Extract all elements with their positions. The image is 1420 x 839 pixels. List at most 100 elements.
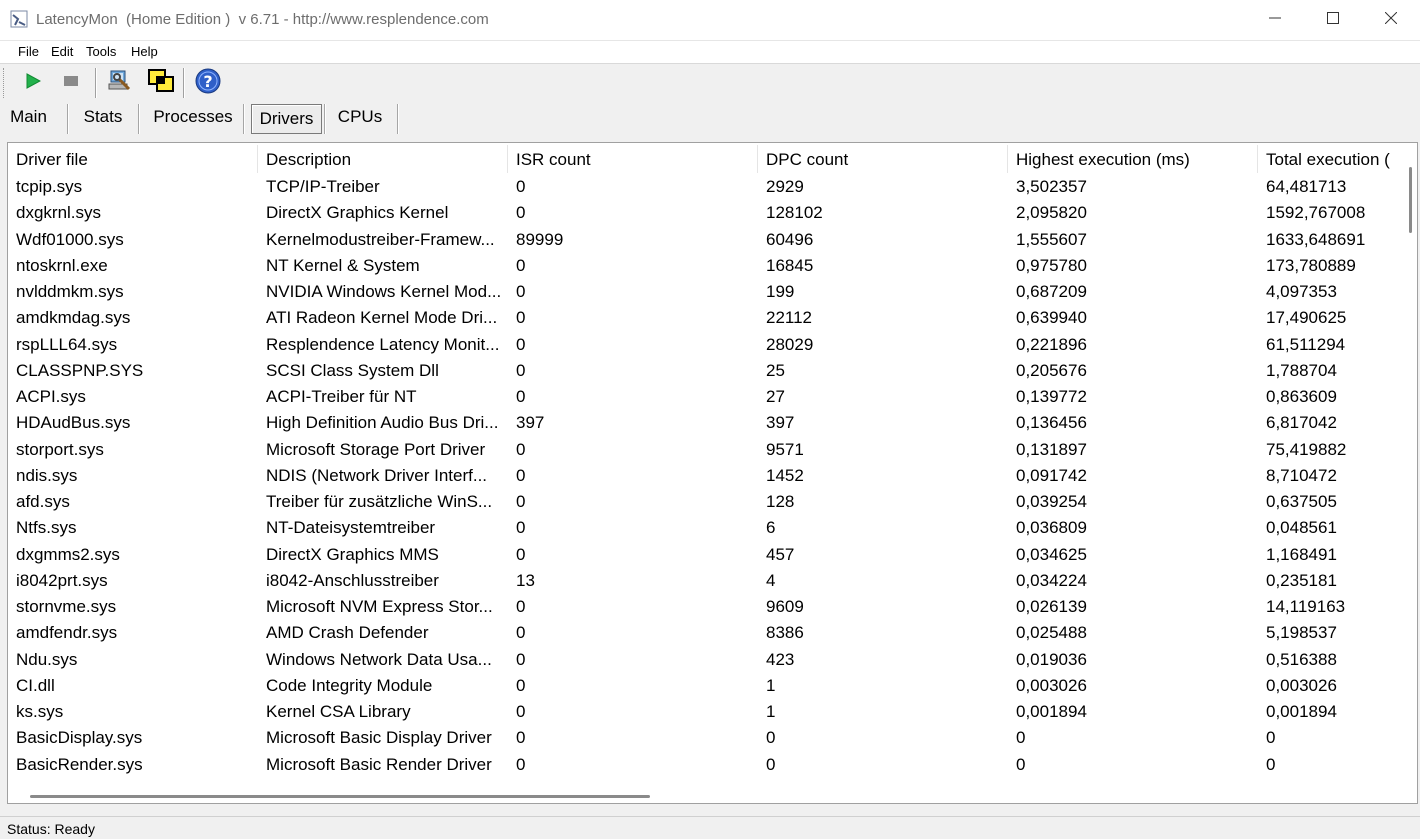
cell-isr-count: 0 — [516, 544, 526, 564]
cell-driver-file: ks.sys — [16, 702, 64, 721]
table-row[interactable]: storport.sys Microsoft Storage Port Drive… — [8, 437, 1393, 463]
table-row[interactable]: amdfendr.sys AMD Crash Defender 0 8386 0,025… — [8, 620, 1393, 646]
vertical-scroll-thumb[interactable] — [1409, 167, 1412, 233]
menu-edit[interactable]: Edit — [51, 44, 73, 59]
cell-driver-file: afd.sys — [16, 492, 70, 511]
cell-isr-count: 0 — [516, 177, 526, 196]
tab-processes[interactable]: Processes — [145, 102, 241, 132]
cell-dpc-count: 457 — [766, 544, 795, 564]
table-row[interactable]: Wdf01000.sys Kernelmodustreiber-Framew...… — [8, 227, 1393, 253]
column-header-driver-file[interactable]: Driver file — [8, 145, 258, 173]
table-row[interactable]: BasicRender.sys Microsoft Basic Render Dr… — [8, 752, 1393, 778]
cell-dpc-count: 22112 — [766, 308, 813, 328]
cell-highest-execution: 0,003026 — [1016, 675, 1087, 695]
table-row[interactable]: nvlddmkm.sys NVIDIA Windows Kernel Mod...… — [8, 279, 1393, 305]
cell-highest-execution: 0,131897 — [1016, 439, 1087, 459]
cell-total-execution: 0 — [1266, 728, 1276, 748]
menu-help[interactable]: Help — [131, 44, 158, 59]
cell-description: Kernel CSA Library — [266, 702, 411, 721]
title-bar: LatencyMon (Home Edition ) v 6.71 - http… — [0, 0, 1420, 41]
column-header-isr-count[interactable]: ISR count — [508, 145, 758, 173]
table-row[interactable]: i8042prt.sys i8042-Anschlusstreiber 13 4 0,0… — [8, 568, 1393, 594]
table-row[interactable]: ndis.sys NDIS (Network Driver Interf... 0 1… — [8, 463, 1393, 489]
column-header-highest-execution[interactable]: Highest execution (ms) — [1008, 145, 1258, 173]
cell-total-execution: 0,048561 — [1266, 518, 1337, 538]
table-row[interactable]: dxgkrnl.sys DirectX Graphics Kernel 0 12810… — [8, 200, 1393, 226]
cell-description: Microsoft Storage Port Driver — [266, 439, 486, 459]
table-row[interactable]: amdkmdag.sys ATI Radeon Kernel Mode Dri..… — [8, 305, 1393, 331]
windows-button[interactable] — [146, 68, 176, 98]
cell-total-execution: 14,119163 — [1266, 597, 1346, 616]
column-header-description[interactable]: Description — [258, 145, 508, 173]
tab-separator — [138, 104, 140, 134]
cell-description: Code Integrity Module — [266, 675, 433, 695]
start-button[interactable] — [18, 68, 48, 98]
table-row[interactable]: HDAudBus.sys High Definition Audio Bus Dr… — [8, 410, 1393, 436]
stop-button[interactable] — [56, 68, 86, 98]
toolbar: ? — [0, 64, 1420, 102]
cell-isr-count: 0 — [516, 387, 526, 406]
cell-driver-file: CI.dll — [16, 675, 55, 695]
table-row[interactable]: CLASSPNP.SYS SCSI Class System Dll 0 25 0,20… — [8, 358, 1393, 384]
horizontal-scrollbar[interactable] — [8, 787, 1400, 803]
cell-driver-file: ACPI.sys — [16, 387, 86, 406]
table-row[interactable]: ACPI.sys ACPI-Treiber für NT 0 27 0,139772 0,… — [8, 384, 1393, 410]
cell-total-execution: 0 — [1266, 754, 1276, 774]
cell-total-execution: 75,419882 — [1266, 439, 1347, 459]
vertical-scrollbar[interactable] — [1401, 143, 1417, 788]
table-row[interactable]: Ndu.sys Windows Network Data Usa... 0 423 0,… — [8, 647, 1393, 673]
column-header-total-execution[interactable]: Total execution ( — [1258, 145, 1408, 173]
minimize-button[interactable] — [1246, 0, 1304, 40]
cell-total-execution: 5,198537 — [1266, 623, 1337, 643]
cell-driver-file: dxgkrnl.sys — [16, 203, 102, 223]
cell-dpc-count: 9609 — [766, 597, 804, 616]
cell-isr-count: 0 — [516, 465, 526, 485]
tab-separator — [324, 104, 326, 134]
table-row[interactable]: CI.dll Code Integrity Module 0 1 0,003026 0,0… — [8, 673, 1393, 699]
column-header-dpc-count[interactable]: DPC count — [758, 145, 1008, 173]
table-row[interactable]: dxgmms2.sys DirectX Graphics MMS 0 457 0,034… — [8, 542, 1393, 568]
tab-drivers[interactable]: Drivers — [251, 104, 322, 134]
cell-total-execution: 61,511294 — [1266, 334, 1346, 354]
maximize-button[interactable] — [1304, 0, 1362, 40]
close-button[interactable] — [1362, 0, 1420, 40]
cell-driver-file: BasicDisplay.sys — [16, 728, 143, 748]
cell-highest-execution: 0,026139 — [1016, 597, 1087, 616]
cell-total-execution: 17,490625 — [1266, 308, 1347, 328]
drivers-table[interactable]: Driver file Description ISR count DPC co… — [7, 142, 1418, 804]
table-row[interactable]: Ntfs.sys NT-Dateisystemtreiber 0 6 0,036809 0… — [8, 515, 1393, 541]
table-row[interactable]: afd.sys Treiber für zusätzliche WinS... 0 1… — [8, 489, 1393, 515]
cell-highest-execution: 0,639940 — [1016, 308, 1087, 328]
cell-driver-file: ndis.sys — [16, 465, 78, 485]
cell-description: NVIDIA Windows Kernel Mod... — [266, 282, 502, 301]
cell-total-execution: 0,235181 — [1266, 570, 1337, 590]
table-row[interactable]: stornvme.sys Microsoft NVM Express Stor..… — [8, 594, 1393, 620]
menu-file[interactable]: File — [18, 44, 39, 59]
table-row[interactable]: rspLLL64.sys Resplendence Latency Monit..… — [8, 332, 1393, 358]
cell-highest-execution: 0,019036 — [1016, 649, 1087, 669]
cell-driver-file: amdfendr.sys — [16, 623, 118, 643]
tab-bar: Main Stats Processes Drivers CPUs — [0, 102, 1420, 138]
cell-isr-count: 0 — [516, 439, 526, 459]
tab-cpus[interactable]: CPUs — [328, 102, 392, 132]
table-row[interactable]: tcpip.sys TCP/IP-Treiber 0 2929 3,502357 64,4… — [8, 174, 1393, 200]
table-row[interactable]: ntoskrnl.exe NT Kernel & System 0 16845 0,97… — [8, 253, 1393, 279]
cell-highest-execution: 0,034625 — [1016, 544, 1087, 564]
tab-main[interactable]: Main — [0, 102, 57, 132]
cell-dpc-count: 4 — [766, 570, 776, 590]
menu-tools[interactable]: Tools — [86, 44, 116, 59]
cell-description: DirectX Graphics Kernel — [266, 203, 449, 223]
computer-info-button[interactable] — [104, 68, 134, 98]
horizontal-scroll-thumb[interactable] — [30, 795, 650, 798]
table-row[interactable]: ks.sys Kernel CSA Library 0 1 0,001894 0,0018… — [8, 699, 1393, 725]
cell-driver-file: storport.sys — [16, 439, 104, 459]
cell-driver-file: nvlddmkm.sys — [16, 282, 124, 301]
cell-dpc-count: 8386 — [766, 623, 804, 643]
table-row[interactable]: BasicDisplay.sys Microsoft Basic Display … — [8, 725, 1393, 751]
tab-stats[interactable]: Stats — [70, 102, 136, 132]
toolbar-separator — [183, 68, 185, 98]
cell-driver-file: ntoskrnl.exe — [16, 255, 108, 275]
help-button[interactable]: ? — [193, 68, 223, 98]
cell-isr-count: 0 — [516, 255, 526, 275]
cell-highest-execution: 0 — [1016, 728, 1026, 748]
